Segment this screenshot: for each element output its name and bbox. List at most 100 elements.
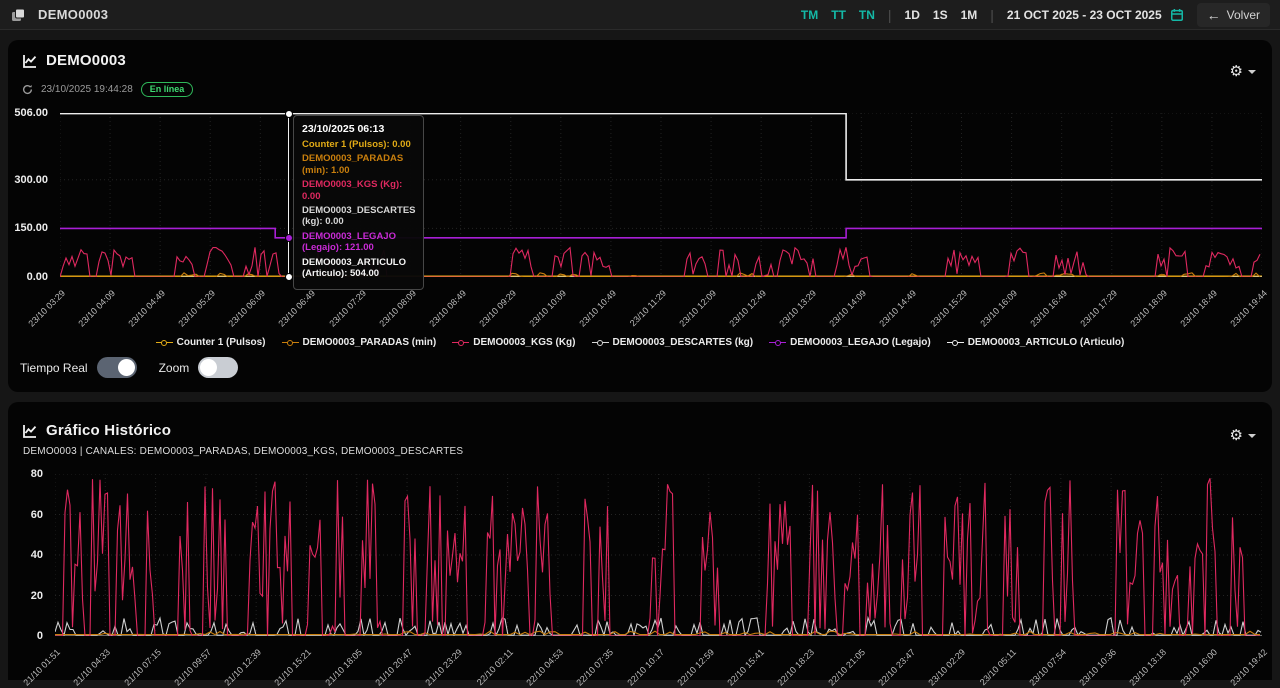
legend-marker-icon [592,339,609,347]
legend-label: DEMO0003_KGS (Kg) [473,337,575,348]
y-tick-label: 300.00 [14,174,48,186]
historic-chart-panel: Gráfico Histórico DEMO0003 | CANALES: DE… [8,402,1272,680]
x-tick-label: 21/10 12:39 [223,647,264,688]
x-tick-label: 23/10 06:09 [227,288,268,329]
gear-icon: ⚙ [1230,428,1243,443]
interval-button-1m[interactable]: 1M [961,8,978,22]
x-tick-label: 21/10 23:29 [424,647,465,688]
interval-button-1d[interactable]: 1D [905,8,920,22]
legend-item[interactable]: DEMO0003_PARADAS (min) [282,337,437,348]
period-button-tn[interactable]: TN [859,8,875,22]
x-tick-label: 23/10 07:29 [327,288,368,329]
chart-settings-button[interactable]: ⚙ [1230,64,1256,79]
x-tick-label: 23/10 08:49 [427,288,468,329]
gear-icon: ⚙ [1230,64,1243,79]
status-badge: En línea [141,82,194,97]
historic-chart-plot[interactable] [55,474,1262,636]
x-tick-label: 21/10 01:51 [21,647,62,688]
x-tick-label: 23/10 06:49 [277,288,318,329]
x-tick-label: 23/10 12:09 [677,288,718,329]
x-tick-label: 23/10 10:09 [527,288,568,329]
x-tick-label: 23/10 19:44 [1228,288,1269,329]
period-button-tt[interactable]: TT [831,8,846,22]
topbar: DEMO0003 TM TT TN | 1D 1S 1M | 21 OCT 20… [0,0,1280,30]
tooltip-row: Counter 1 (Pulsos): 0.00 [302,139,415,150]
hover-point-marker [285,110,293,118]
x-axis-labels: 21/10 01:5121/10 04:3321/10 07:1521/10 0… [55,641,1262,687]
legend-marker-icon [452,339,469,347]
refresh-icon[interactable] [22,84,33,95]
back-arrow-icon: ← [1207,7,1221,23]
x-tick-label: 23/10 09:29 [477,288,518,329]
toggle-knob [118,359,135,376]
chevron-down-icon [1248,70,1256,74]
x-tick-label: 22/10 21:05 [826,647,867,688]
x-tick-label: 22/10 07:35 [575,647,616,688]
windows-icon [10,7,26,23]
x-tick-label: 23/10 03:29 [26,288,67,329]
legend-marker-icon [282,339,299,347]
zoom-label: Zoom [159,361,190,375]
live-chart-plot[interactable] [60,113,1262,277]
x-tick-label: 23/10 19:42 [1228,647,1269,688]
chart-tooltip: 23/10/2025 06:13 Counter 1 (Pulsos): 0.0… [293,115,424,290]
x-tick-label: 22/10 15:41 [725,647,766,688]
legend-item[interactable]: Counter 1 (Pulsos) [156,337,266,348]
hover-point-marker [285,273,293,281]
legend-label: DEMO0003_ARTICULO (Articulo) [968,337,1125,348]
x-tick-label: 22/10 02:11 [474,647,514,687]
x-tick-label: 22/10 18:23 [776,647,817,688]
x-tick-label: 23/10 14:09 [828,288,869,329]
y-tick-label: 150.00 [14,222,48,234]
x-tick-label: 22/10 10:17 [625,647,666,688]
x-tick-label: 23/10 08:09 [377,288,418,329]
date-range-label: 21 OCT 2025 - 23 OCT 2025 [1007,8,1162,22]
x-tick-label: 22/10 04:53 [524,647,565,688]
x-tick-label: 23/10 10:36 [1078,647,1119,688]
legend-label: DEMO0003_DESCARTES (kg) [613,337,754,348]
legend-item[interactable]: DEMO0003_DESCARTES (kg) [592,337,754,348]
x-tick-label: 23/10 16:00 [1178,647,1219,688]
x-tick-label: 23/10 13:29 [778,288,819,329]
x-tick-label: 23/10 02:29 [927,647,968,688]
legend-item[interactable]: DEMO0003_KGS (Kg) [452,337,575,348]
y-tick-label: 506.00 [14,107,48,119]
hover-point-marker [285,234,293,242]
chart-settings-button[interactable]: ⚙ [1230,428,1256,443]
zoom-toggle[interactable] [198,357,238,378]
legend-item[interactable]: DEMO0003_ARTICULO (Articulo) [947,337,1125,348]
x-tick-label: 21/10 07:15 [122,647,163,688]
x-axis-labels: 23/10 03:2923/10 04:0923/10 04:4923/10 0… [60,282,1262,328]
tooltip-timestamp: 23/10/2025 06:13 [302,123,415,135]
chevron-down-icon [1248,434,1256,438]
divider: | [990,7,994,23]
tooltip-row: DEMO0003_KGS (Kg): 0.00 [302,179,415,202]
x-tick-label: 21/10 15:21 [273,647,314,688]
legend-item[interactable]: DEMO0003_LEGAJO (Legajo) [769,337,931,348]
x-tick-label: 22/10 23:47 [876,647,917,688]
interval-button-1s[interactable]: 1S [933,8,948,22]
legend-label: DEMO0003_PARADAS (min) [303,337,437,348]
legend-marker-icon [947,339,964,347]
x-tick-label: 23/10 18:49 [1178,288,1219,329]
date-range-picker[interactable]: 21 OCT 2025 - 23 OCT 2025 [1007,8,1184,22]
x-tick-label: 23/10 07:54 [1027,647,1068,688]
y-axis-labels: 0.00150.00300.00506.00 [8,113,54,277]
back-button[interactable]: ← Volver [1197,3,1270,27]
legend-marker-icon [769,339,786,347]
tiempo-real-label: Tiempo Real [20,361,88,375]
y-tick-label: 80 [31,468,43,480]
x-tick-label: 23/10 05:29 [177,288,218,329]
y-tick-label: 40 [31,549,43,561]
period-button-tm[interactable]: TM [801,8,818,22]
y-tick-label: 20 [31,590,43,602]
tooltip-row: DEMO0003_ARTICULO (Articulo): 504.00 [302,257,415,280]
x-tick-label: 23/10 04:09 [76,288,117,329]
legend-label: DEMO0003_LEGAJO (Legajo) [790,337,931,348]
y-tick-label: 0.00 [27,271,48,283]
x-tick-label: 23/10 10:49 [577,288,618,329]
x-tick-label: 23/10 15:29 [928,288,969,329]
calendar-icon[interactable] [1170,8,1184,22]
tiempo-real-toggle[interactable] [97,357,137,378]
page-title: DEMO0003 [38,7,108,22]
